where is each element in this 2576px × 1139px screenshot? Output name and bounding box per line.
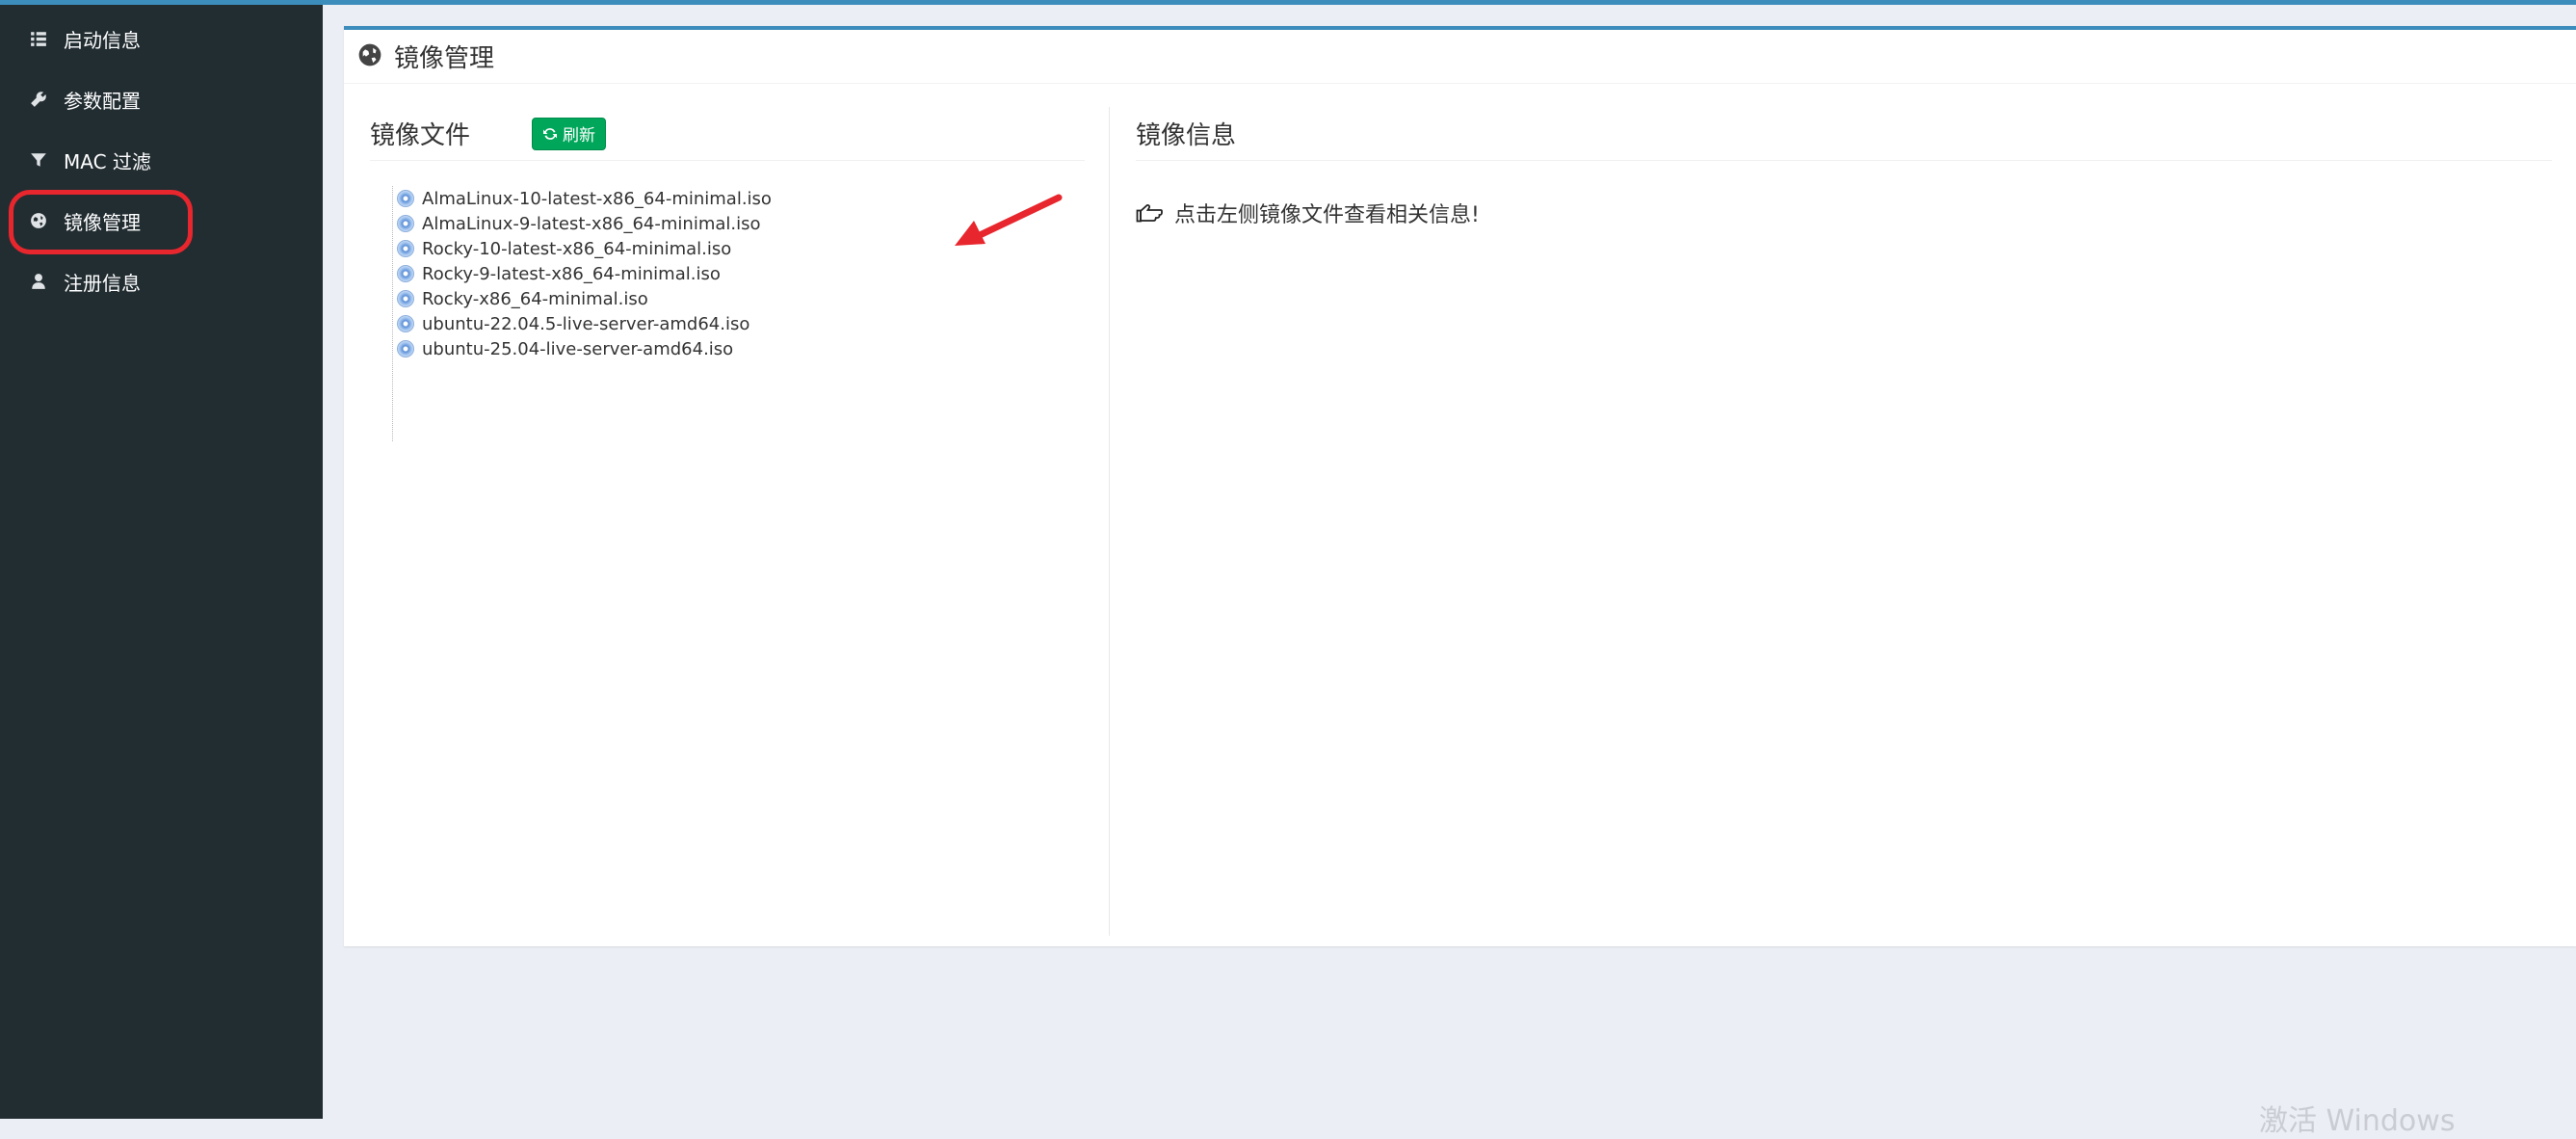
disc-icon	[397, 215, 414, 232]
image-info-message: 点击左侧镜像文件查看相关信息!	[1174, 203, 1480, 227]
list-item[interactable]: AlmaLinux-9-latest-x86_64-minimal.iso	[397, 211, 772, 236]
tree-connector-line	[392, 186, 393, 441]
globe-icon	[29, 211, 48, 230]
box-header: 镜像管理	[344, 30, 2576, 84]
disc-icon	[397, 190, 414, 207]
list-item[interactable]: AlmaLinux-10-latest-x86_64-minimal.iso	[397, 186, 772, 211]
list-item[interactable]: Rocky-10-latest-x86_64-minimal.iso	[397, 236, 772, 261]
page-title: 镜像管理	[394, 44, 495, 73]
refresh-label: 刷新	[563, 126, 596, 146]
sidebar-item-label: 启动信息	[64, 28, 141, 52]
image-file-tree: AlmaLinux-10-latest-x86_64-minimal.iso A…	[392, 186, 772, 441]
list-item[interactable]: Rocky-x86_64-minimal.iso	[397, 286, 772, 311]
hand-point-left-icon	[1136, 203, 1163, 223]
sidebar-item-label: 参数配置	[64, 89, 141, 113]
sidebar-item-label: 注册信息	[64, 271, 141, 295]
image-files-title: 镜像文件	[370, 121, 471, 150]
sidebar: 启动信息 参数配置 MAC 过滤 镜像管理 注册信息	[0, 5, 323, 1119]
list-icon	[29, 29, 48, 48]
disc-icon	[397, 265, 414, 282]
wrench-icon	[29, 90, 48, 109]
sidebar-item-mac-filter[interactable]: MAC 过滤	[0, 132, 323, 188]
image-files-panel: 镜像文件 刷新 AlmaLinux-10-latest-x86_64-minim…	[344, 107, 1110, 936]
sidebar-item-params[interactable]: 参数配置	[0, 71, 323, 127]
filter-icon	[29, 150, 48, 170]
refresh-icon	[543, 127, 558, 140]
image-management-box: 镜像管理 镜像文件 刷新 AlmaLinux-10-latest-x86_64-…	[344, 26, 2576, 946]
refresh-button[interactable]: 刷新	[532, 117, 607, 150]
disc-icon	[397, 315, 414, 332]
image-info-title: 镜像信息	[1136, 121, 1237, 150]
list-item[interactable]: Rocky-9-latest-x86_64-minimal.iso	[397, 261, 772, 286]
list-item[interactable]: ubuntu-22.04.5-live-server-amd64.iso	[397, 311, 772, 336]
list-item[interactable]: ubuntu-25.04-live-server-amd64.iso	[397, 336, 772, 361]
disc-icon	[397, 340, 414, 358]
globe-icon	[357, 42, 382, 71]
image-files-header: 镜像文件 刷新	[370, 107, 1085, 161]
windows-activation-watermark: 激活 Windows	[2259, 1104, 2456, 1138]
image-info-panel: 镜像信息 点击左侧镜像文件查看相关信息!	[1110, 107, 2576, 936]
image-info-hint: 点击左侧镜像文件查看相关信息!	[1136, 198, 1480, 228]
disc-icon	[397, 290, 414, 307]
sidebar-item-label: 镜像管理	[64, 210, 141, 234]
sidebar-item-boot-info[interactable]: 启动信息	[0, 11, 323, 66]
image-info-header: 镜像信息	[1136, 107, 2552, 161]
sidebar-item-label: MAC 过滤	[64, 149, 151, 173]
annotation-arrow	[955, 194, 1063, 246]
main-content: 镜像管理 镜像文件 刷新 AlmaLinux-10-latest-x86_64-…	[323, 5, 2576, 1119]
user-icon	[29, 272, 48, 291]
sidebar-item-registration[interactable]: 注册信息	[0, 253, 323, 309]
sidebar-item-image-management[interactable]: 镜像管理	[0, 193, 323, 249]
disc-icon	[397, 240, 414, 257]
